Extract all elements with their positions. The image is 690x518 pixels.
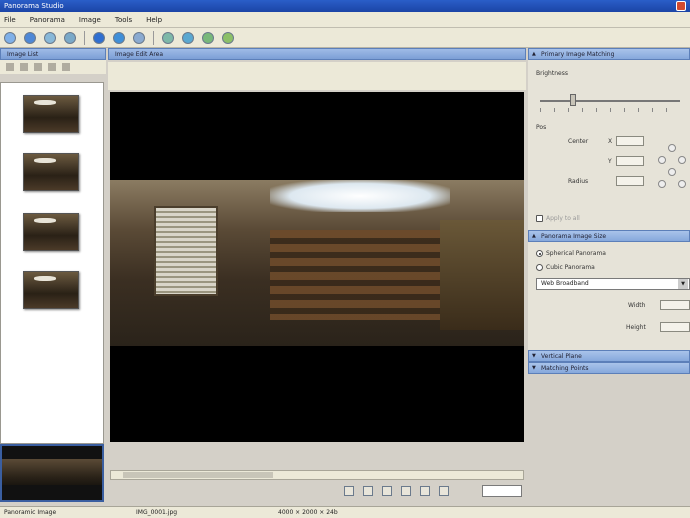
scrollbar-thumb[interactable]: [123, 472, 273, 478]
vertical-plane-header[interactable]: Vertical Plane: [528, 350, 690, 362]
window-title: Panorama Studio: [4, 2, 64, 10]
preview-icon[interactable]: [162, 31, 174, 44]
save-icon[interactable]: [44, 31, 56, 44]
viewer-toolbar: [344, 486, 458, 496]
remove-image-icon[interactable]: [20, 63, 28, 71]
menu-image[interactable]: Image: [79, 16, 101, 24]
image-thumbnail-1[interactable]: [23, 95, 79, 133]
radius-field[interactable]: [616, 176, 644, 186]
spherical-radio[interactable]: [536, 250, 543, 257]
help-icon[interactable]: [222, 31, 234, 44]
toolbar-separator: [84, 30, 85, 45]
width-field[interactable]: [660, 300, 690, 310]
menu-help[interactable]: Help: [146, 16, 162, 24]
arrow-down-icon[interactable]: [668, 168, 676, 176]
horizontal-scrollbar[interactable]: [110, 470, 524, 480]
export-icon[interactable]: [182, 31, 194, 44]
primary-image-section: Brightness Pos Center X Y Radius Apply t…: [528, 60, 690, 230]
image-thumbnail-4[interactable]: [23, 271, 79, 309]
globe-icon[interactable]: [113, 31, 125, 44]
status-bar: Panoramic Image IMG_0001.jpg 4000 × 2000…: [0, 506, 690, 518]
position-label: Pos: [536, 124, 547, 131]
y-label: Y: [608, 158, 612, 165]
window-blinds: [154, 206, 218, 296]
arrow-left-icon[interactable]: [658, 156, 666, 164]
toolbar-separator: [153, 30, 154, 45]
status-filename: IMG_0001.jpg: [136, 509, 178, 516]
apply-all-label: Apply to all: [546, 215, 580, 222]
menu-bar: File Panorama Image Tools Help: [0, 12, 690, 28]
status-mode: Panoramic Image: [4, 509, 57, 516]
pointer-icon[interactable]: [344, 486, 354, 496]
fit-icon[interactable]: [382, 486, 392, 496]
brightness-label: Brightness: [536, 70, 568, 77]
brightness-slider[interactable]: [540, 100, 680, 102]
image-list-panel: Image List: [0, 48, 106, 506]
width-label: Width: [628, 302, 646, 309]
radius-label: Radius: [568, 178, 589, 185]
panorama-image[interactable]: [110, 180, 524, 346]
image-thumbnail-list[interactable]: [0, 82, 104, 444]
refresh-icon[interactable]: [64, 31, 76, 44]
height-label: Height: [626, 324, 646, 331]
center-label: Center: [568, 138, 589, 145]
window-title-bar: Panorama Studio: [0, 0, 690, 12]
primary-image-header[interactable]: Primary Image Matching: [528, 48, 690, 60]
spherical-label: Spherical Panorama: [546, 250, 606, 257]
apply-all-checkbox[interactable]: [536, 215, 543, 222]
panorama-thumbnail-image: [2, 459, 102, 485]
arrow-up-icon[interactable]: [668, 144, 676, 152]
brightness-slider-knob[interactable]: [570, 94, 576, 106]
cubic-label: Cubic Panorama: [546, 264, 595, 271]
rotate-right-icon[interactable]: [420, 486, 430, 496]
image-edit-header: Image Edit Area: [108, 48, 526, 60]
image-list-header: Image List: [0, 48, 106, 60]
stitch-icon[interactable]: [93, 31, 105, 44]
ceiling-skylight: [270, 180, 450, 212]
status-dimensions: 4000 × 2000 × 24b: [278, 509, 338, 516]
menu-panorama[interactable]: Panorama: [30, 16, 65, 24]
image-list-toolbar: [0, 60, 106, 74]
cubic-radio[interactable]: [536, 264, 543, 271]
arrow-right-icon[interactable]: [678, 156, 686, 164]
image-edit-area: Image Edit Area: [108, 48, 526, 506]
main-toolbar: [0, 28, 690, 48]
panorama-size-section: Spherical Panorama Cubic Panorama Web Br…: [528, 242, 690, 350]
image-thumbnail-3[interactable]: [23, 213, 79, 251]
menu-tools[interactable]: Tools: [115, 16, 132, 24]
size-preset-select[interactable]: Web Broadband: [536, 278, 690, 290]
zoom-icon[interactable]: [439, 486, 449, 496]
properties-panel: Primary Image Matching Brightness Pos Ce…: [528, 48, 690, 506]
open-icon[interactable]: [24, 31, 36, 44]
upload-icon[interactable]: [202, 31, 214, 44]
menu-file[interactable]: File: [4, 16, 16, 24]
matching-points-header[interactable]: Matching Points: [528, 362, 690, 374]
move-down-icon[interactable]: [48, 63, 56, 71]
center-y-field[interactable]: [616, 156, 644, 166]
new-icon[interactable]: [4, 31, 16, 44]
panorama-size-header[interactable]: Panorama Image Size: [528, 230, 690, 242]
center-icon[interactable]: [678, 180, 686, 188]
panorama-preview-thumbnail[interactable]: [0, 444, 104, 502]
height-field[interactable]: [660, 322, 690, 332]
shelves-region: [270, 230, 440, 320]
reset-icon[interactable]: [658, 180, 666, 188]
move-up-icon[interactable]: [34, 63, 42, 71]
zoom-combo[interactable]: [482, 485, 522, 497]
edit-area-top-bar: [108, 62, 526, 90]
close-icon[interactable]: [676, 1, 686, 11]
brightness-ticks: [540, 108, 680, 112]
center-x-field[interactable]: [616, 136, 644, 146]
x-label: X: [608, 138, 613, 145]
panorama-viewer[interactable]: [110, 92, 524, 442]
image-thumbnail-2[interactable]: [23, 153, 79, 191]
add-image-icon[interactable]: [6, 63, 14, 71]
settings-icon[interactable]: [133, 31, 145, 44]
right-wall-region: [440, 220, 524, 330]
hand-icon[interactable]: [363, 486, 373, 496]
rotate-left-icon[interactable]: [401, 486, 411, 496]
delete-icon[interactable]: [62, 63, 70, 71]
